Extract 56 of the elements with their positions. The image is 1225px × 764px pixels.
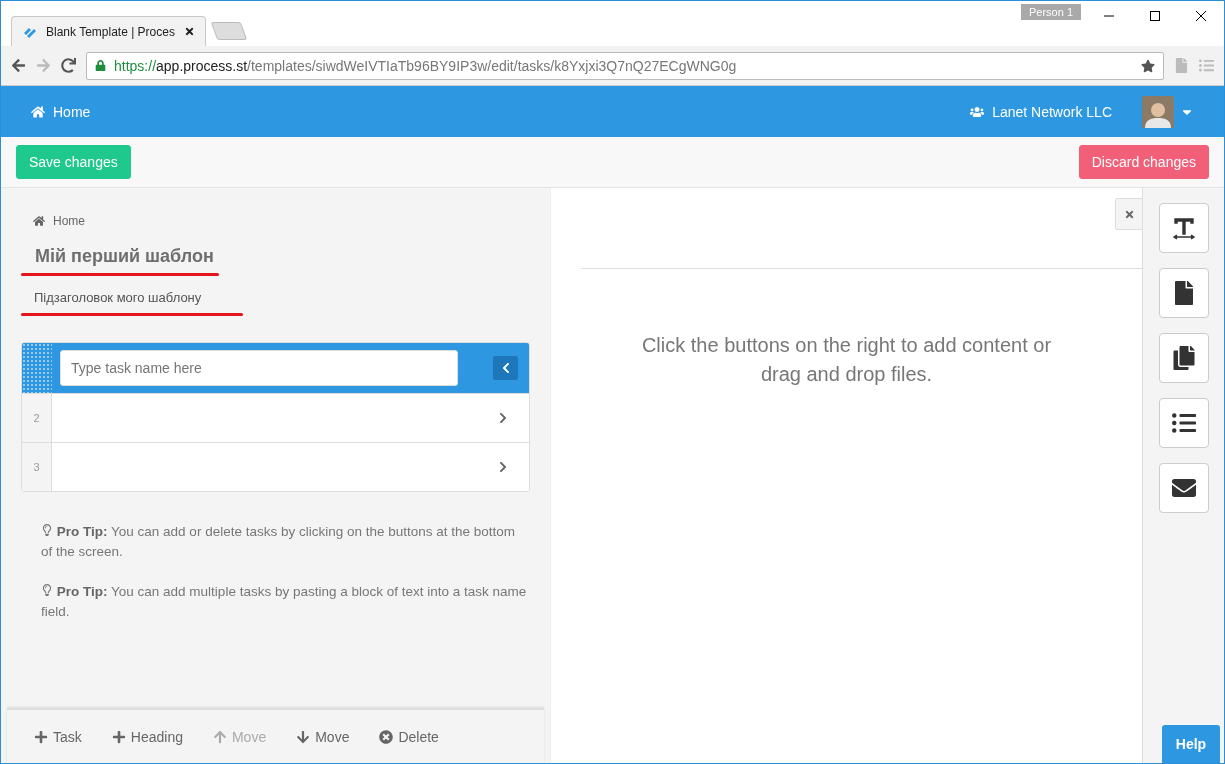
chevron-right-icon bbox=[497, 461, 509, 473]
close-icon bbox=[1196, 11, 1206, 21]
users-icon bbox=[970, 104, 985, 119]
profile-badge[interactable]: Person 1 bbox=[1021, 4, 1082, 20]
home-icon bbox=[33, 215, 45, 227]
toolbar-button[interactable]: Task bbox=[34, 728, 82, 745]
template-subtitle[interactable]: Підзаголовок мого шаблону bbox=[34, 290, 530, 305]
content-tool-button[interactable] bbox=[1158, 398, 1209, 448]
avatar[interactable] bbox=[1142, 95, 1174, 128]
content-tool-button[interactable] bbox=[1158, 463, 1209, 513]
pro-tip: Pro Tip: You can add multiple tasks by pasting a block of text into a task name field. bbox=[41, 583, 528, 621]
text-icon bbox=[1170, 215, 1197, 241]
chevron-right-icon bbox=[497, 412, 509, 424]
reload-icon[interactable] bbox=[61, 58, 76, 73]
close-icon bbox=[1123, 208, 1135, 220]
task-row[interactable]: 2 bbox=[22, 393, 529, 442]
browser-tab[interactable]: Blank Template | Proces bbox=[11, 16, 206, 46]
lightbulb-icon bbox=[41, 584, 53, 596]
task-name-field[interactable]: Type task name here bbox=[60, 350, 458, 386]
toolbar-button[interactable]: Heading bbox=[111, 728, 183, 745]
task-row[interactable]: Type task name here bbox=[22, 343, 529, 393]
discard-button[interactable]: Discard changes bbox=[1078, 145, 1209, 179]
collapse-button[interactable] bbox=[493, 356, 518, 380]
task-row[interactable]: 3 bbox=[22, 442, 529, 491]
content-tool-button[interactable] bbox=[1158, 203, 1209, 253]
plus-icon bbox=[34, 729, 48, 744]
close-icon[interactable] bbox=[184, 26, 195, 37]
list-icon bbox=[1171, 411, 1196, 435]
template-title[interactable]: Мій перший шаблон bbox=[35, 246, 530, 267]
toolbar-button[interactable]: Delete bbox=[379, 728, 439, 745]
files-icon bbox=[1171, 346, 1196, 370]
arrow-down-icon bbox=[296, 729, 311, 744]
lightbulb-icon bbox=[41, 524, 53, 536]
address-bar[interactable]: https://app.process.st/templates/siwdWeIVTIaTb96BY9IP3w/edit/tasks/k8Yxjxi3Q7nQ27ECgWNG0g bbox=[86, 51, 1164, 80]
pro-tip: Pro Tip: You can add or delete tasks by clicking on the buttons at the bottom of the screen. bbox=[41, 523, 517, 561]
delete-icon bbox=[379, 729, 394, 744]
star-icon[interactable] bbox=[1141, 58, 1155, 73]
empty-message: Click the buttons on the right to add content or drag and drop files. bbox=[640, 333, 1053, 387]
help-button[interactable]: Help bbox=[1162, 725, 1220, 763]
lock-icon bbox=[95, 60, 106, 71]
task-number: 3 bbox=[22, 443, 52, 491]
plus-icon bbox=[111, 729, 126, 744]
envelope-icon bbox=[1171, 476, 1196, 500]
organization-link[interactable]: Lanet Network LLC bbox=[970, 103, 1112, 120]
arrow-up-icon bbox=[212, 729, 227, 744]
toolbar-button[interactable]: Move bbox=[296, 728, 350, 745]
back-icon[interactable] bbox=[11, 58, 26, 73]
breadcrumb-link[interactable]: Home bbox=[21, 214, 530, 228]
task-number: 2 bbox=[22, 394, 52, 442]
content-tool-button[interactable] bbox=[1158, 268, 1209, 318]
close-button[interactable] bbox=[1115, 198, 1142, 230]
home-icon bbox=[31, 104, 45, 119]
maximize-icon bbox=[1150, 11, 1160, 21]
content-tool-button[interactable] bbox=[1158, 333, 1209, 383]
home-link[interactable]: Home bbox=[31, 103, 91, 120]
drag-handle[interactable] bbox=[22, 343, 52, 393]
